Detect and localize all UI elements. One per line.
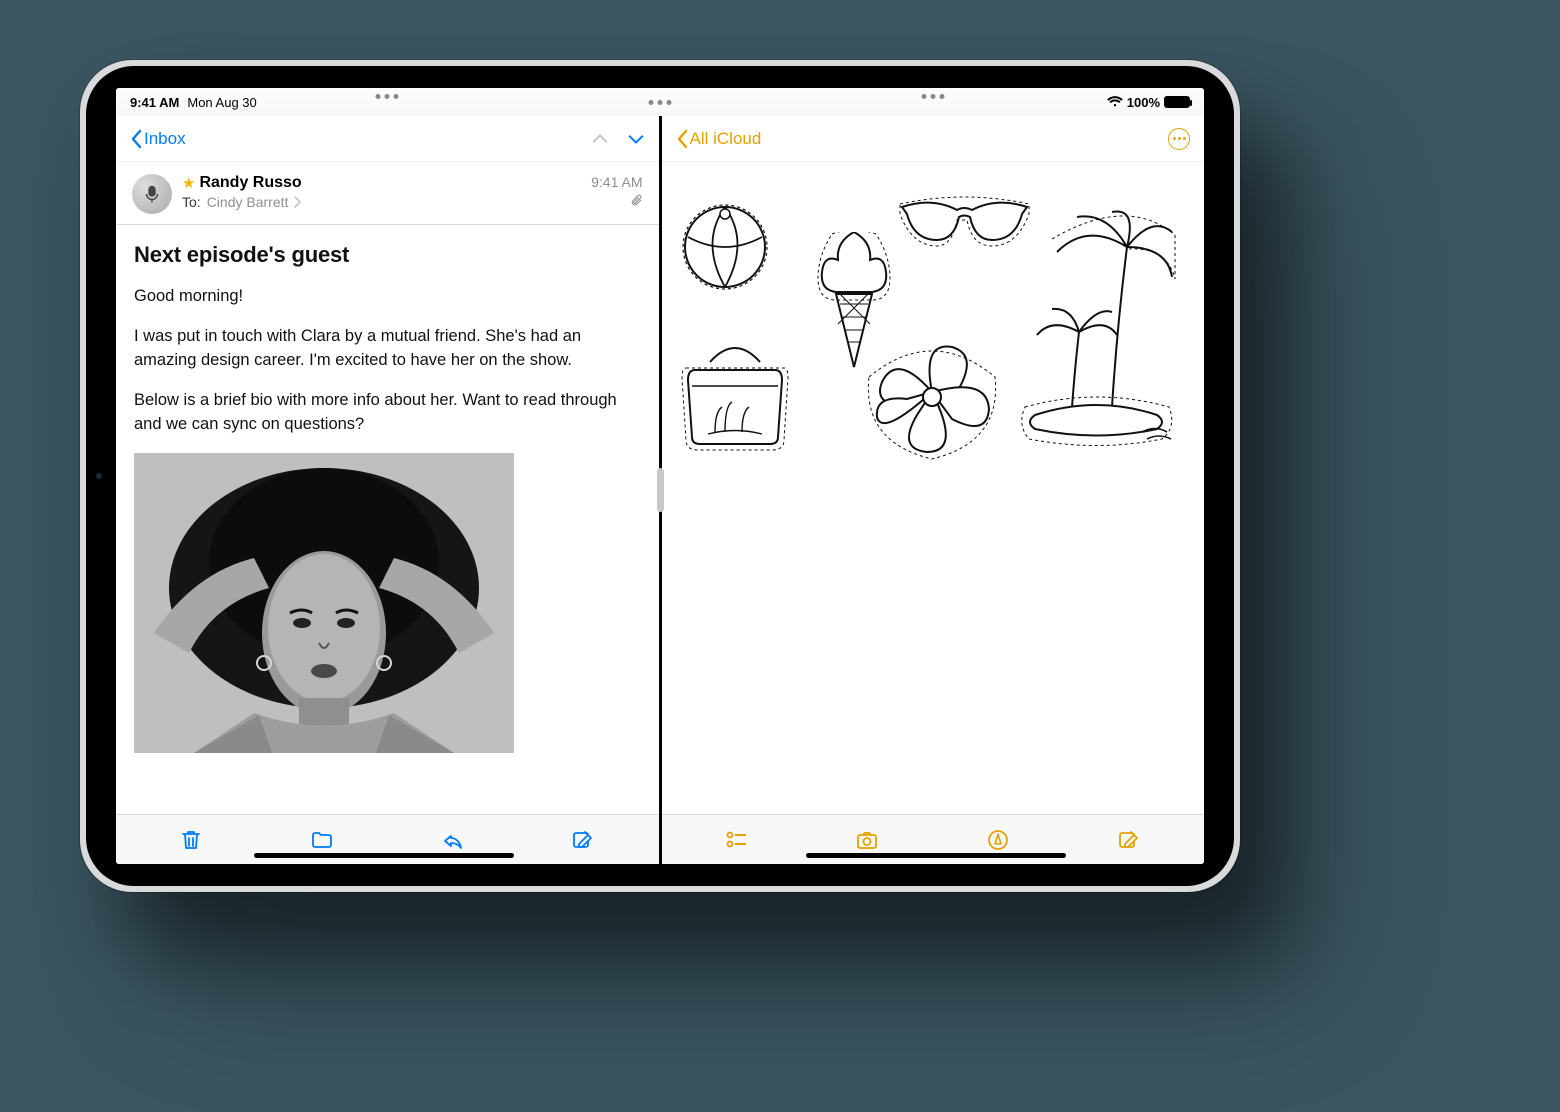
note-canvas[interactable] (662, 162, 1205, 814)
message-header: ★ Randy Russo To: Cindy Barrett (116, 162, 659, 225)
compose-mail-button[interactable] (560, 820, 606, 860)
sender-name[interactable]: Randy Russo (199, 174, 301, 192)
vip-star-icon: ★ (182, 174, 195, 192)
sketch-beach-ball (680, 202, 770, 292)
message-para: I was put in touch with Clara by a mutua… (134, 325, 641, 373)
mail-back-button[interactable]: Inbox (130, 129, 186, 149)
reply-icon (441, 828, 465, 852)
compose-note-button[interactable] (1106, 820, 1152, 860)
message-time: 9:41 AM (591, 174, 642, 190)
status-time: 9:41 AM (130, 95, 179, 110)
sketch-hibiscus (867, 337, 997, 462)
compose-icon (571, 828, 595, 852)
chevron-right-icon[interactable] (294, 196, 302, 208)
ipad-device-frame: 9:41 AM Mon Aug 30 100% (80, 60, 1240, 892)
checklist-icon (725, 828, 749, 852)
notes-navbar: All iCloud (662, 116, 1205, 162)
sketch-palm-island (1017, 207, 1177, 452)
camera-icon (855, 828, 879, 852)
next-message-icon[interactable] (627, 130, 645, 148)
mail-back-label: Inbox (144, 129, 186, 149)
message-para: Good morning! (134, 285, 641, 309)
sketch-sunglasses (897, 192, 1032, 252)
attachment-icon (630, 194, 643, 208)
to-label: To: (182, 194, 201, 210)
notes-pane: All iCloud (662, 116, 1205, 864)
multitask-dots-left[interactable] (649, 100, 672, 105)
checklist-button[interactable] (714, 820, 760, 860)
notes-back-button[interactable]: All iCloud (676, 129, 762, 149)
folder-icon (310, 828, 334, 852)
mail-navbar: Inbox (116, 116, 659, 162)
wifi-icon (1107, 96, 1123, 108)
notes-back-label: All iCloud (690, 129, 762, 149)
sketch-tote-bag (680, 342, 790, 452)
home-indicator-left[interactable] (254, 853, 514, 858)
chevron-left-icon (676, 129, 688, 149)
microphone-icon (141, 183, 163, 205)
status-bar: 9:41 AM Mon Aug 30 100% (116, 88, 1204, 116)
chevron-left-icon (130, 129, 142, 149)
markup-icon (986, 828, 1010, 852)
message-subject: Next episode's guest (134, 239, 641, 271)
message-body: Next episode's guest Good morning! I was… (116, 225, 659, 767)
message-para: Below is a brief bio with more info abou… (134, 389, 641, 437)
battery-icon (1164, 96, 1190, 108)
trash-icon (179, 828, 203, 852)
message-attachment-photo[interactable] (134, 453, 514, 753)
more-button[interactable] (1168, 128, 1190, 150)
compose-icon (1117, 828, 1141, 852)
status-date: Mon Aug 30 (187, 95, 256, 110)
sender-avatar[interactable] (132, 174, 172, 214)
multitask-dots-mail[interactable] (376, 94, 399, 99)
trash-button[interactable] (168, 820, 214, 860)
front-camera (96, 473, 102, 479)
mail-pane: Inbox (116, 116, 659, 864)
home-indicator-right[interactable] (806, 853, 1066, 858)
recipient-name[interactable]: Cindy Barrett (207, 194, 289, 210)
prev-message-icon[interactable] (591, 130, 609, 148)
multitask-dots-notes[interactable] (921, 94, 944, 99)
battery-percent: 100% (1127, 95, 1160, 110)
